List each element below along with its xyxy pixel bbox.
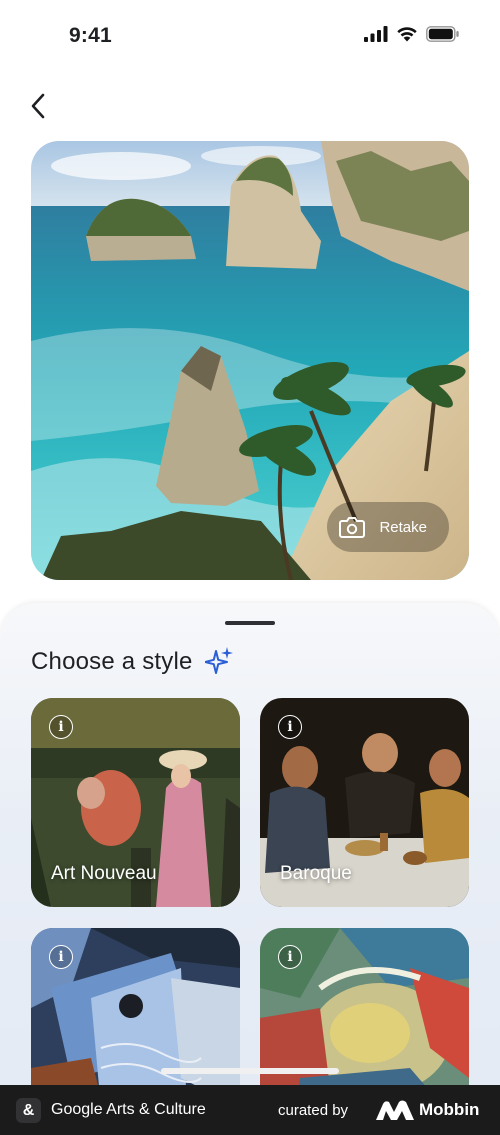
info-icon[interactable]: i [278, 715, 302, 739]
status-bar: 9:41 [0, 0, 500, 76]
retake-label: Retake [379, 518, 427, 536]
style-label: Art Nouveau [51, 863, 157, 884]
mobbin-logo-icon [376, 1100, 414, 1120]
sheet-drag-handle[interactable] [225, 621, 275, 625]
app-icon: & [16, 1098, 41, 1123]
style-card-art-nouveau[interactable]: i Art Nouveau [31, 698, 240, 907]
curated-by-label: curated by [278, 1102, 349, 1119]
retake-button[interactable]: Retake [327, 502, 449, 552]
sheet-header: Choose a style [31, 647, 233, 677]
sparkle-icon [204, 647, 233, 674]
app-name: Google Arts & Culture [51, 1101, 206, 1118]
info-icon[interactable]: i [278, 945, 302, 969]
attribution-footer: & Google Arts & Culture curated by Mobbi… [0, 1085, 500, 1135]
brand-name: Mobbin [419, 1100, 480, 1119]
back-button[interactable] [22, 88, 54, 124]
captured-photo: Retake [31, 141, 469, 580]
sheet-title: Choose a style [31, 648, 193, 675]
info-icon[interactable]: i [49, 715, 73, 739]
status-time: 9:41 [69, 24, 112, 47]
cellular-signal-icon [364, 26, 388, 42]
chevron-left-icon [31, 93, 45, 119]
camera-icon [339, 517, 366, 538]
style-card-baroque[interactable]: i Baroque [260, 698, 469, 907]
style-label: Baroque [280, 863, 352, 884]
info-icon[interactable]: i [49, 945, 73, 969]
status-icons [364, 26, 460, 42]
home-indicator [161, 1068, 339, 1074]
battery-icon [426, 26, 459, 42]
wifi-icon [397, 27, 417, 42]
